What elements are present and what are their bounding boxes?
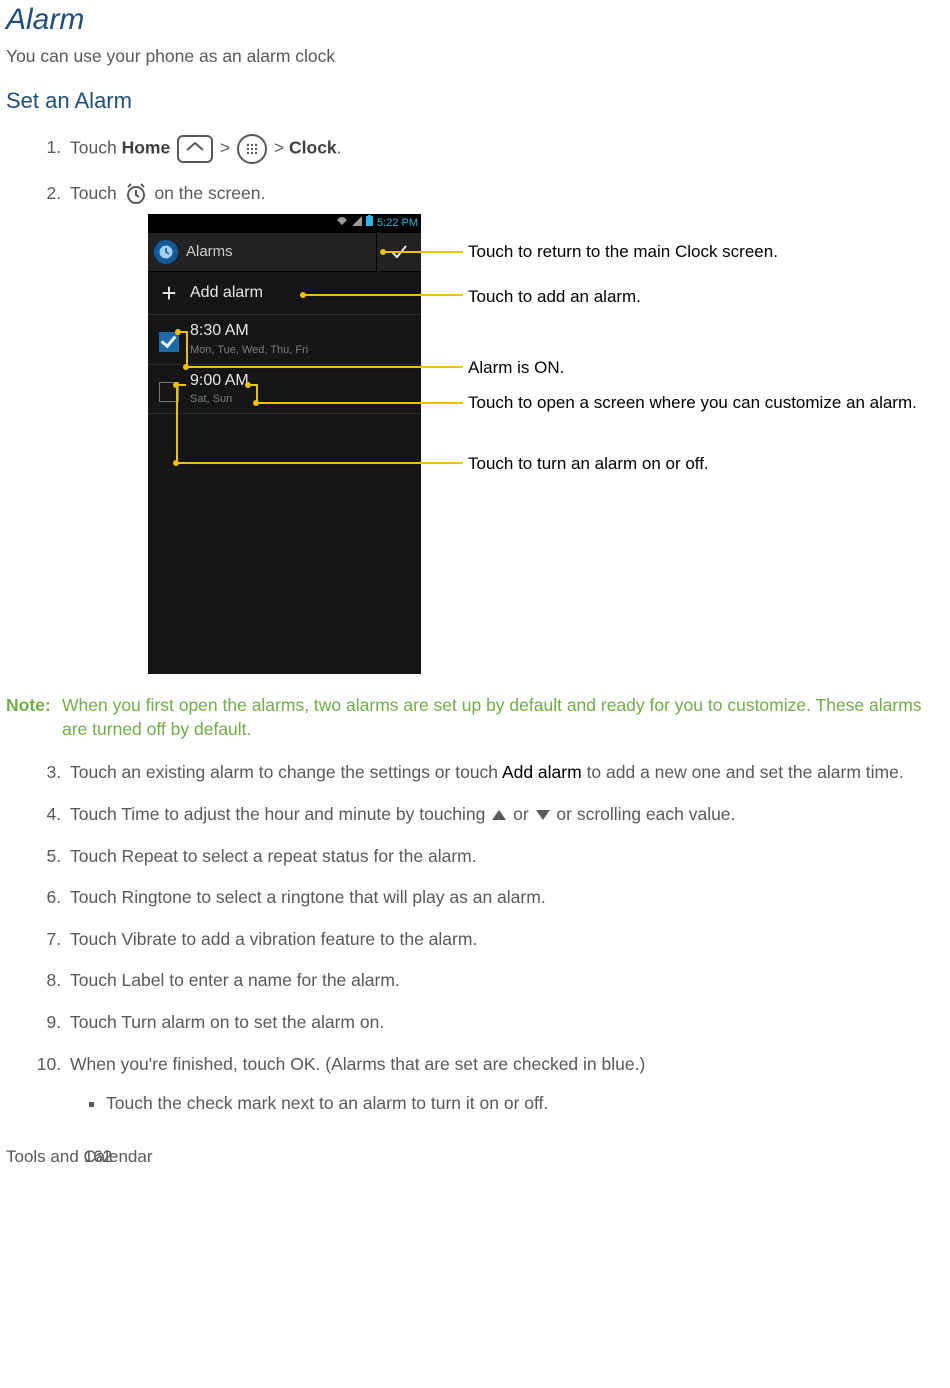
page-title: Alarm: [6, 0, 944, 41]
step4-a: Touch Time to adjust the hour and minute…: [70, 804, 490, 824]
footer-page-number: 162: [84, 1146, 112, 1169]
step4-or: or: [508, 804, 533, 824]
callout-line-4: [256, 402, 463, 404]
phone-empty-area: [148, 414, 421, 674]
step-3: Touch an existing alarm to change the se…: [66, 761, 944, 785]
alarm-2-days: Sat, Sun: [190, 392, 421, 407]
step-6: Touch Ringtone to select a ringtone that…: [66, 886, 944, 910]
note-block: Note: When you first open the alarms, tw…: [6, 694, 944, 741]
clock-icon: [154, 240, 178, 264]
step10-sub: Touch the check mark next to an alarm to…: [106, 1092, 944, 1116]
step3-add: Add alarm: [502, 762, 582, 782]
step-10: When you're finished, touch OK. (Alarms …: [66, 1053, 944, 1116]
callout-3: Alarm is ON.: [468, 357, 950, 378]
step10-text: When you're finished, touch OK. (Alarms …: [70, 1054, 645, 1074]
status-time: 5:22 PM: [377, 216, 418, 231]
battery-icon: [366, 215, 373, 231]
alarm-1-days: Mon, Tue, Wed, Thu, Fri: [190, 343, 421, 358]
callout-vert-3: [186, 331, 188, 366]
alarm-screenshot-figure: 5:22 PM Alarms + Add alarm: [148, 214, 950, 674]
step1-clock: Clock: [289, 137, 337, 157]
step-2: Touch on the screen. 5:22 PM: [66, 182, 944, 674]
callout-5: Touch to turn an alarm on or off.: [468, 453, 950, 474]
wifi-icon: [336, 216, 348, 231]
step1-sep1: >: [220, 137, 235, 157]
callout-2: Touch to add an alarm.: [468, 286, 950, 307]
alarm-1-checkbox[interactable]: [148, 315, 190, 363]
step-7: Touch Vibrate to add a vibration feature…: [66, 928, 944, 952]
home-icon: [177, 135, 213, 163]
page-footer: Tools and Calendar 162: [6, 1146, 944, 1169]
note-label: Note:: [6, 694, 62, 741]
footer-section: Tools and Calendar: [6, 1146, 152, 1169]
step-5: Touch Repeat to select a repeat status f…: [66, 845, 944, 869]
step1-sep2: >: [274, 137, 289, 157]
step2-text-b: on the screen.: [154, 183, 265, 203]
step1-end: .: [337, 137, 342, 157]
alarm-2-time: 9:00 AM: [190, 370, 421, 392]
step1-text-a: Touch: [70, 137, 122, 157]
alarm-row-2[interactable]: 9:00 AM Sat, Sun: [148, 365, 421, 414]
signal-icon: [352, 216, 362, 231]
section-heading: Set an Alarm: [6, 86, 944, 116]
add-alarm-label: Add alarm: [190, 282, 263, 304]
alarm-row-1[interactable]: 8:30 AM Mon, Tue, Wed, Thu, Fri: [148, 315, 421, 364]
step3-a: Touch an existing alarm to change the se…: [70, 762, 502, 782]
triangle-down-icon: [536, 810, 550, 820]
step-8: Touch Label to enter a name for the alar…: [66, 969, 944, 993]
note-text: When you first open the alarms, two alar…: [62, 694, 944, 741]
alarm-2-checkbox[interactable]: [148, 365, 190, 413]
step1-home: Home: [122, 137, 171, 157]
step-4: Touch Time to adjust the hour and minute…: [66, 803, 944, 827]
alarm-clock-icon: [124, 182, 148, 206]
step4-b: or scrolling each value.: [552, 804, 736, 824]
subtitle-text: You can use your phone as an alarm clock: [6, 45, 944, 69]
step3-b: to add a new one and set the alarm time.: [582, 762, 904, 782]
step2-text-a: Touch: [70, 183, 122, 203]
step-9: Touch Turn alarm on to set the alarm on.: [66, 1011, 944, 1035]
apps-icon: [237, 134, 267, 164]
callout-line-2: [303, 294, 463, 296]
callout-line-3: [186, 366, 463, 368]
callout-line-1: [383, 251, 463, 253]
callout-line-5: [176, 462, 463, 464]
alarm-1-time: 8:30 AM: [190, 320, 421, 342]
callout-1: Touch to return to the main Clock screen…: [468, 241, 950, 262]
status-bar: 5:22 PM: [148, 214, 421, 232]
triangle-up-icon: [492, 810, 506, 820]
step-1: Touch Home > > Clock.: [66, 134, 944, 164]
phone-frame: 5:22 PM Alarms + Add alarm: [148, 214, 421, 674]
alarms-label: Alarms: [186, 242, 376, 262]
callout-vert-5: [176, 384, 178, 462]
plus-icon: +: [148, 276, 190, 311]
callout-4: Touch to open a screen where you can cus…: [468, 392, 950, 413]
